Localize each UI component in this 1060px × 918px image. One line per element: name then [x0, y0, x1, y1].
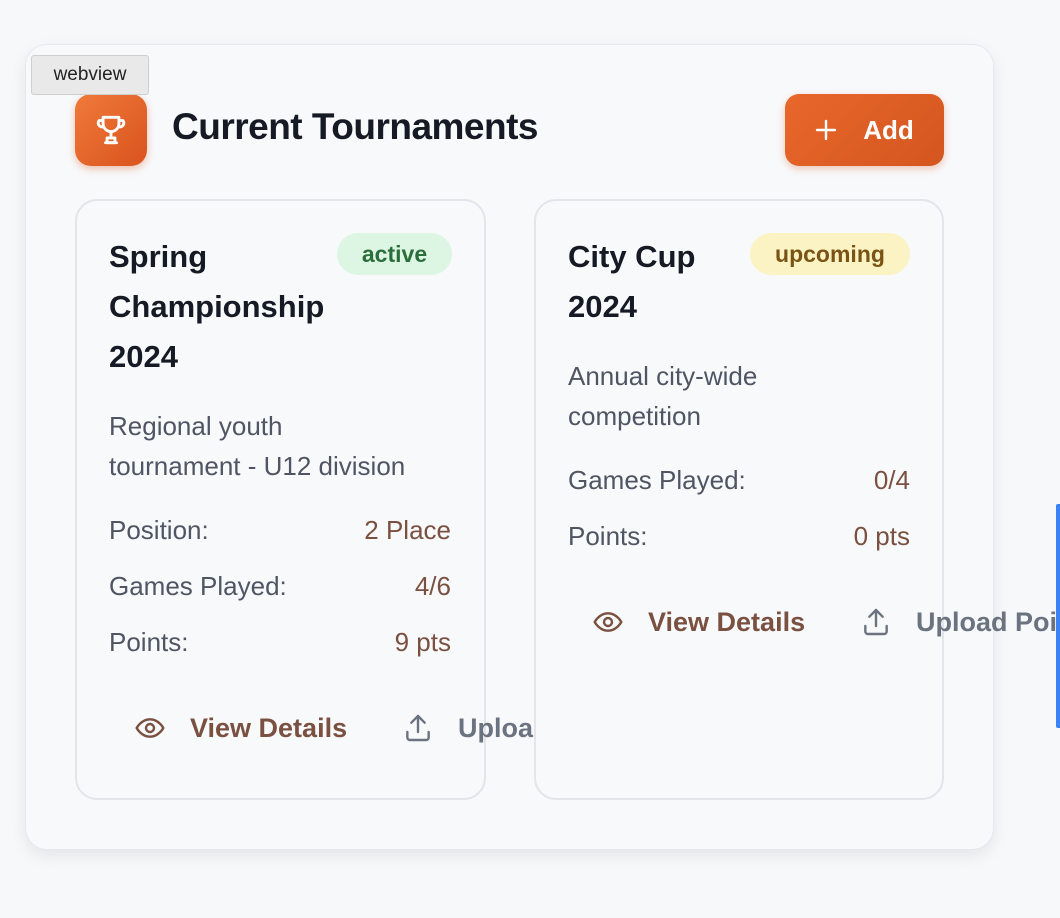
- description-line: tournament - U12 division: [109, 451, 406, 481]
- stat-value: 0 pts: [853, 520, 910, 551]
- view-details-label: View Details: [648, 606, 806, 637]
- stat-value: 9 pts: [394, 626, 451, 657]
- description-line: Annual city-wide: [568, 361, 758, 391]
- tournament-title: City Cup 2024: [568, 232, 695, 332]
- stat-points: Points: 0 pts: [568, 519, 910, 553]
- scroll-edge-indicator: [1056, 504, 1060, 728]
- status-badge: upcoming: [750, 233, 910, 275]
- upload-icon: [406, 714, 430, 742]
- upload-points-label: Upload Points Table: [916, 606, 1060, 637]
- add-button-label: Add: [863, 114, 914, 145]
- trophy-icon: [75, 94, 147, 166]
- upload-points-table-button[interactable]: Upload Points Table: [860, 606, 1060, 638]
- tournament-description: Regional youth tournament - U12 division: [109, 406, 405, 486]
- stat-label: Games Played:: [109, 570, 287, 601]
- page-title: Current Tournaments: [172, 106, 539, 147]
- upload-icon: [864, 608, 888, 636]
- stat-label: Points:: [568, 520, 648, 551]
- description-line: Regional youth: [109, 411, 283, 441]
- title-line: City Cup: [568, 239, 696, 274]
- view-details-label: View Details: [190, 712, 348, 743]
- tournament-description: Annual city-wide competition: [568, 356, 757, 436]
- eye-icon: [135, 718, 165, 738]
- title-line: Championship: [109, 289, 325, 324]
- stat-games-played: Games Played: 0/4: [568, 463, 910, 497]
- status-badge: active: [337, 233, 452, 275]
- add-tournament-button[interactable]: Add: [785, 94, 944, 166]
- title-line: 2024: [109, 339, 178, 374]
- stat-value: 0/4: [873, 464, 910, 495]
- title-line: 2024: [568, 289, 637, 324]
- title-line: Spring: [109, 239, 208, 274]
- stat-games-played: Games Played: 4/6: [109, 569, 451, 603]
- plus-icon: [816, 119, 837, 141]
- stat-label: Points:: [109, 626, 189, 657]
- eye-icon: [593, 612, 623, 632]
- view-details-button[interactable]: View Details: [134, 712, 347, 744]
- stat-points: Points: 9 pts: [109, 625, 451, 659]
- stat-label: Position:: [109, 514, 209, 545]
- view-details-button[interactable]: View Details: [592, 606, 805, 638]
- tournament-title: Spring Championship 2024: [109, 232, 324, 382]
- stat-label: Games Played:: [568, 464, 746, 495]
- stat-value: 4/6: [414, 570, 451, 601]
- stat-position: Position: 2 Place: [109, 513, 451, 547]
- stat-value: 2 Place: [364, 514, 451, 545]
- description-line: competition: [568, 401, 701, 431]
- tooltip-label: webview: [53, 64, 127, 85]
- webview-tooltip: webview: [31, 55, 149, 95]
